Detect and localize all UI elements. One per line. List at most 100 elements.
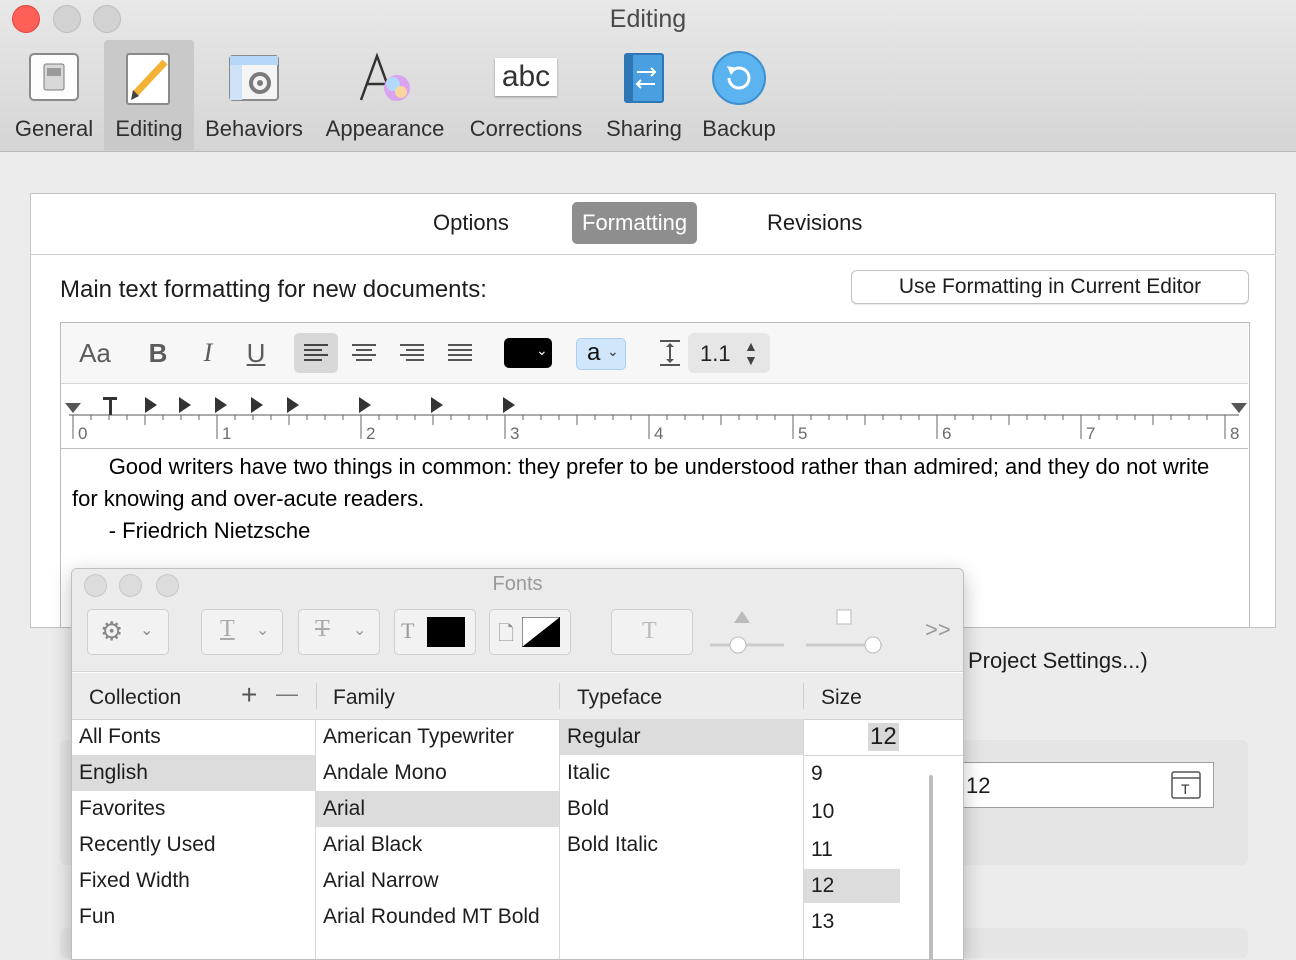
toolbar-editing-label: Editing: [115, 116, 183, 141]
line-spacing-icon: [656, 338, 684, 368]
family-item[interactable]: American Typewriter: [316, 719, 559, 755]
text-underline-menu[interactable]: T ⌄: [201, 609, 283, 655]
project-settings-text: Project Settings...): [968, 648, 1148, 673]
collection-header: Collection: [89, 686, 182, 709]
bold-button[interactable]: B: [140, 333, 176, 373]
font-size-field-value: 12: [966, 773, 991, 798]
family-item[interactable]: Arial Rounded MT Bold: [316, 899, 559, 935]
collection-item[interactable]: All Fonts: [72, 719, 315, 755]
underline-button[interactable]: U: [238, 333, 274, 373]
document-color-well[interactable]: 🗋: [489, 609, 571, 655]
editing-icon: [126, 53, 170, 105]
toolbar-backup[interactable]: Backup: [696, 40, 782, 150]
ruler-number: 4: [654, 424, 664, 443]
fonts-window-title: Fonts: [492, 573, 543, 595]
column-divider: [559, 683, 560, 709]
size-list: 9 10 11 12 13: [804, 755, 900, 959]
family-item[interactable]: Arial Narrow: [316, 863, 559, 899]
collection-item[interactable]: Recently Used: [72, 827, 315, 863]
chevron-down-icon: ⌄: [353, 622, 367, 639]
sharing-icon: [624, 53, 664, 103]
collection-item[interactable]: Fun: [72, 899, 315, 935]
toolbar-corrections-label: Corrections: [469, 116, 583, 141]
ruler-number: 3: [510, 424, 520, 443]
ruler-number: 0: [78, 424, 88, 443]
collection-item[interactable]: English: [72, 755, 315, 791]
toolbar-editing[interactable]: Editing: [104, 40, 194, 150]
window-title: Editing: [609, 5, 687, 33]
use-formatting-button[interactable]: Use Formatting in Current Editor: [851, 270, 1249, 304]
align-right-button[interactable]: [390, 333, 434, 373]
ruler-number: 6: [942, 424, 952, 443]
tab-options[interactable]: Options: [423, 202, 519, 244]
family-item[interactable]: Andale Mono: [316, 755, 559, 791]
document-icon: 🗋: [498, 623, 515, 645]
size-header: Size: [821, 686, 862, 709]
size-item[interactable]: 12: [804, 869, 900, 903]
italic-button[interactable]: I: [190, 333, 226, 373]
ruler-number: 5: [798, 424, 808, 443]
justify-icon: [448, 344, 472, 361]
text-color-well[interactable]: T: [394, 609, 476, 655]
typeface-item[interactable]: Bold Italic: [560, 827, 803, 863]
toolbar-corrections[interactable]: abc Corrections: [462, 40, 590, 150]
text-strikethrough-menu[interactable]: T ⌄: [298, 609, 380, 655]
add-collection-button[interactable]: +: [241, 679, 257, 711]
size-item[interactable]: 10: [804, 793, 900, 831]
fonts-action-menu[interactable]: ⚙ ⌄: [87, 609, 169, 655]
ruler-number: 1: [222, 424, 232, 443]
main-formatting-label: Main text formatting for new documents:: [60, 276, 487, 303]
fonts-button[interactable]: Aa: [74, 333, 116, 373]
typeface-item[interactable]: Italic: [560, 755, 803, 791]
toolbar-general[interactable]: General: [5, 40, 103, 150]
typeface-item[interactable]: Regular: [560, 719, 803, 755]
highlight-letter: a: [587, 339, 601, 366]
toolbar-behaviors[interactable]: Behaviors: [200, 40, 308, 150]
more-options-button[interactable]: >>: [925, 617, 951, 643]
size-input[interactable]: 12: [804, 719, 963, 756]
backup-icon: [712, 51, 766, 105]
tab-revisions[interactable]: Revisions: [757, 202, 872, 244]
behaviors-icon: [229, 55, 279, 101]
shadow-sliders[interactable]: [708, 607, 888, 659]
size-slider[interactable]: [929, 775, 933, 959]
collection-item[interactable]: Fixed Width: [72, 863, 315, 899]
underline-text-icon: T: [220, 616, 235, 642]
align-left-button[interactable]: [294, 333, 338, 373]
gear-icon: ⚙: [100, 616, 124, 646]
size-item[interactable]: 13: [804, 903, 900, 941]
remove-collection-button[interactable]: —: [276, 681, 298, 707]
size-item[interactable]: 11: [804, 831, 900, 869]
appearance-icon: [359, 52, 410, 101]
toolbar-appearance[interactable]: Appearance: [318, 40, 452, 150]
typeface-list: Regular Italic Bold Bold Italic: [560, 719, 803, 959]
typeface-item[interactable]: Bold: [560, 791, 803, 827]
tab-formatting[interactable]: Formatting: [572, 202, 698, 244]
collection-item[interactable]: Favorites: [72, 791, 315, 827]
family-header: Family: [333, 686, 395, 709]
align-center-button[interactable]: [342, 333, 386, 373]
family-item[interactable]: Arial Black: [316, 827, 559, 863]
text-shadow-button[interactable]: T: [611, 609, 693, 655]
font-size-field[interactable]: T: [960, 762, 1214, 808]
toolbar-sharing[interactable]: Sharing: [600, 40, 688, 150]
align-right-icon: [400, 344, 424, 361]
tabs-divider: [30, 254, 1276, 255]
line-spacing-stepper[interactable]: 1.1 ▲ ▼: [688, 333, 770, 373]
text-color-button[interactable]: ⌄: [504, 338, 552, 368]
quote-text: Good writers have two things in common: …: [72, 454, 1216, 511]
ruler-number: 8: [1230, 424, 1240, 443]
toolbar-sharing-label: Sharing: [606, 116, 682, 141]
highlight-color-button[interactable]: a ⌄: [576, 338, 626, 370]
text-color-swatch: [427, 617, 465, 647]
chevron-down-icon: ⌄: [536, 342, 548, 358]
toolbar-backup-label: Backup: [702, 116, 776, 141]
toolbar-general-label: General: [14, 116, 94, 141]
size-item[interactable]: 9: [804, 755, 900, 793]
strikethrough-text-icon: T: [315, 616, 330, 642]
fonts-window: Fonts ⚙ ⌄ T ⌄ T ⌄ T 🗋 T >> Collection + …: [71, 568, 964, 960]
chevron-down-icon: ⌄: [607, 343, 619, 359]
editor-text[interactable]: Good writers have two things in common: …: [72, 451, 1232, 547]
justify-button[interactable]: [438, 333, 482, 373]
family-item[interactable]: Arial: [316, 791, 559, 827]
